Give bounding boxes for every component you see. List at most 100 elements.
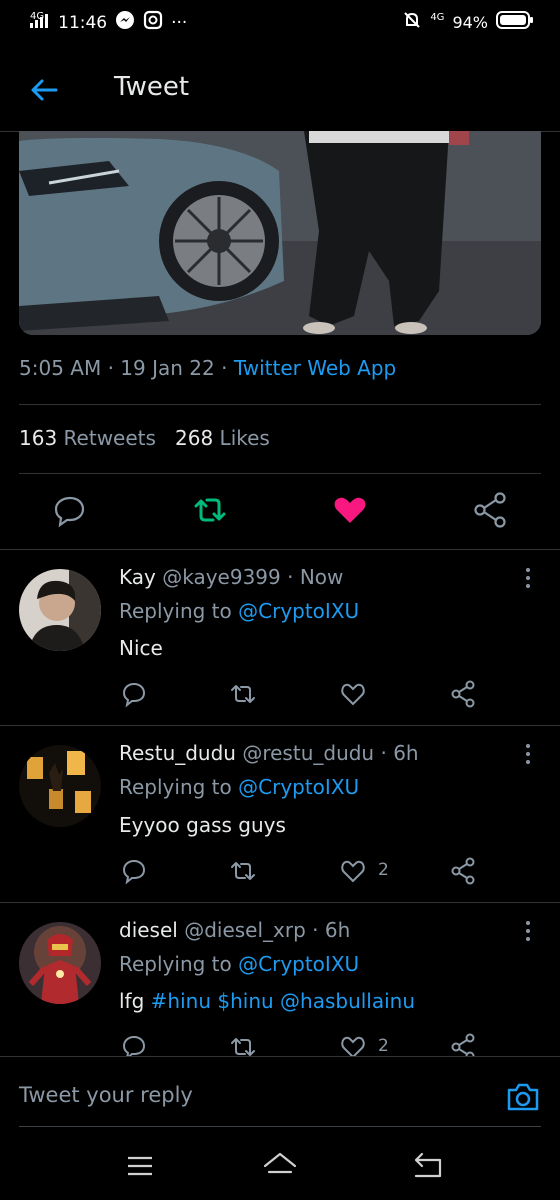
share-icon <box>451 857 475 885</box>
replying-to: Replying to @CryptoIXU <box>119 952 359 976</box>
reply-icon <box>122 682 146 708</box>
network-icon: 4G <box>30 10 45 22</box>
system-back-button[interactable] <box>410 1148 446 1184</box>
author-handle: @diesel_xrp <box>184 918 306 942</box>
author-name: Restu_dudu <box>119 741 236 765</box>
car-photo <box>19 131 541 335</box>
reply-text: Nice <box>119 636 163 660</box>
mention-link[interactable]: @CryptoIXU <box>238 775 359 799</box>
tweet-stats: 163 Retweets 268 Likes <box>19 426 270 450</box>
instagram-icon <box>143 10 163 35</box>
heart-icon <box>334 497 366 523</box>
reply-icon <box>122 859 146 885</box>
retweet-icon <box>194 498 226 522</box>
mention-link[interactable]: @hasbullainu <box>280 989 415 1013</box>
more-notifications: ··· <box>171 12 188 33</box>
reply-item[interactable]: diesel @diesel_xrp · 6h Replying to @Cry… <box>0 903 560 1057</box>
reply-text: lfg #hinu $hinu @hasbullainu <box>119 989 415 1013</box>
retweet-button[interactable] <box>228 679 258 709</box>
more-icon <box>526 744 530 764</box>
messenger-icon <box>115 10 135 35</box>
like-button[interactable] <box>338 679 368 709</box>
like-button[interactable] <box>338 1032 368 1057</box>
retweet-icon <box>231 1038 255 1056</box>
reply-item[interactable]: Kay @kaye9399 · Now Replying to @CryptoI… <box>0 550 560 724</box>
reply-time: · 6h <box>305 918 351 942</box>
replying-label: Replying to <box>119 599 239 623</box>
more-button[interactable] <box>518 742 538 768</box>
system-nav-bar <box>0 1128 560 1200</box>
reply-author: diesel @diesel_xrp · 6h <box>119 918 350 942</box>
replying-label: Replying to <box>119 952 239 976</box>
avatar[interactable] <box>19 745 101 827</box>
heart-icon <box>341 1036 365 1057</box>
back-arrow-icon <box>31 79 58 101</box>
share-icon <box>474 492 506 528</box>
like-count: 2 <box>378 860 389 880</box>
reply-text: Eyyoo gass guys <box>119 813 286 837</box>
share-button[interactable] <box>470 490 510 530</box>
share-button[interactable] <box>448 856 478 886</box>
retweet-button[interactable] <box>228 856 258 886</box>
reply-text-plain: lfg <box>119 989 151 1013</box>
avatar[interactable] <box>19 569 101 651</box>
mention-link[interactable]: @CryptoIXU <box>238 599 359 623</box>
author-name: Kay <box>119 565 156 589</box>
page-title: Tweet <box>114 72 190 102</box>
like-button[interactable] <box>338 856 368 886</box>
reply-time: · Now <box>280 565 344 589</box>
hashtag-link[interactable]: #hinu <box>151 989 211 1013</box>
status-bar: 4G 11:46 ··· 4G 94% <box>0 0 560 44</box>
mention-link[interactable]: @CryptoIXU <box>238 952 359 976</box>
retweet-button[interactable] <box>228 1032 258 1057</box>
like-count: 2 <box>378 1036 389 1056</box>
menu-button[interactable] <box>122 1148 158 1184</box>
retweet-icon <box>231 685 255 703</box>
share-icon <box>451 680 475 708</box>
more-button[interactable] <box>518 566 538 592</box>
menu-icon <box>128 1156 152 1176</box>
divider <box>19 404 541 405</box>
author-handle: @kaye9399 <box>162 565 281 589</box>
separator: · <box>101 356 121 380</box>
avatar[interactable] <box>19 922 101 1004</box>
reply-button[interactable] <box>119 1032 149 1057</box>
tweet-date: 19 Jan 22 <box>120 356 215 380</box>
likes-count: 268 <box>175 426 214 450</box>
likes-stat[interactable]: 268 Likes <box>175 426 270 450</box>
reply-button[interactable] <box>119 679 149 709</box>
reply-composer[interactable]: Tweet your reply <box>0 1057 560 1127</box>
reply-button[interactable] <box>50 490 90 530</box>
retweets-stat[interactable]: 163 Retweets <box>19 426 156 450</box>
retweet-icon <box>231 862 255 880</box>
network2-label: 4G <box>430 12 445 23</box>
top-bar: Tweet <box>0 44 560 132</box>
replying-to: Replying to @CryptoIXU <box>119 599 359 623</box>
share-button[interactable] <box>448 1032 478 1057</box>
likes-label: Likes <box>219 426 270 450</box>
cashtag-link[interactable]: $hinu <box>217 989 273 1013</box>
share-button[interactable] <box>448 679 478 709</box>
reply-input[interactable]: Tweet your reply <box>19 1083 193 1107</box>
separator: · <box>214 356 234 380</box>
reply-button[interactable] <box>119 856 149 886</box>
retweet-button[interactable] <box>190 490 230 530</box>
tweet-actions <box>0 490 560 534</box>
battery-icon <box>496 10 534 35</box>
author-handle: @restu_dudu <box>242 741 375 765</box>
like-button[interactable] <box>330 490 370 530</box>
camera-button[interactable] <box>505 1079 541 1115</box>
reply-author: Restu_dudu @restu_dudu · 6h <box>119 741 419 765</box>
reply-item[interactable]: Restu_dudu @restu_dudu · 6h Replying to … <box>0 726 560 901</box>
author-name: diesel <box>119 918 178 942</box>
more-button[interactable] <box>518 919 538 945</box>
tweet-source-link[interactable]: Twitter Web App <box>234 356 396 380</box>
retweets-label: Retweets <box>63 426 156 450</box>
home-button[interactable] <box>262 1148 298 1184</box>
replying-label: Replying to <box>119 775 239 799</box>
tweet-image[interactable] <box>19 131 541 335</box>
heart-icon <box>341 683 365 706</box>
camera-icon <box>507 1083 539 1111</box>
clock: 11:46 <box>58 12 108 33</box>
back-button[interactable] <box>26 72 62 108</box>
